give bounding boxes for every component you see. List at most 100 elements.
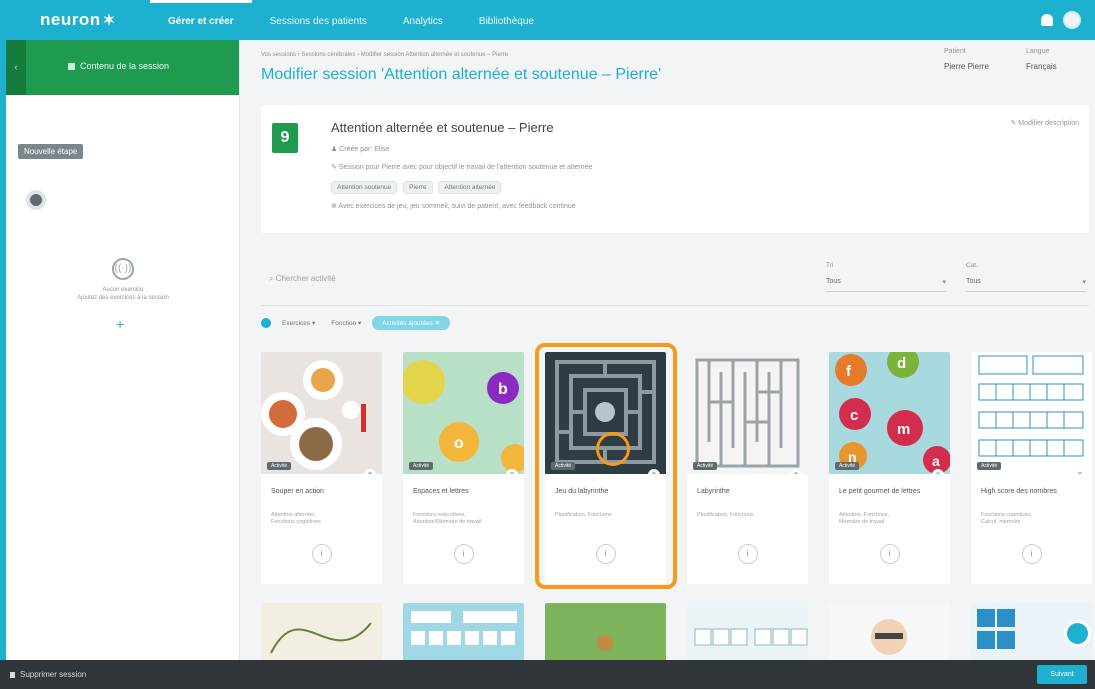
chip-added-activities[interactable]: Activités ajoutées ✕ <box>372 316 451 330</box>
letter-tiles-image <box>694 628 808 646</box>
highlight-target-circle <box>596 432 630 466</box>
category-tag: Activité <box>693 462 718 470</box>
category-tag: Activité <box>977 462 1002 470</box>
patient-select[interactable]: Patient Pierre Pierre <box>944 48 989 71</box>
labyrinth-image <box>695 358 800 468</box>
language-select-value: Français <box>1026 62 1057 71</box>
neuron-logo[interactable]: neuron ✶ <box>40 10 116 30</box>
info-icon[interactable]: i <box>453 544 474 564</box>
new-step-badge[interactable]: Nouvelle étape <box>18 144 84 159</box>
category-tag: Activité <box>267 462 292 470</box>
search-input[interactable]: ⌕ Chercher activité <box>269 274 336 284</box>
empty-state-icon: ((·)) <box>112 258 134 280</box>
sidebar-empty-state: ((·)) Aucun exercice Ajoutez des exercic… <box>6 258 240 302</box>
next-button[interactable]: Suivant <box>1037 665 1087 684</box>
exercise-description: Attention alternée, Fonctions cognitives <box>271 512 321 525</box>
session-content-sidebar: ‹ Contenu de la session Nouvelle étape (… <box>6 40 240 660</box>
chevron-down-icon: ▾ <box>1082 279 1086 286</box>
exercise-card[interactable] <box>829 603 950 660</box>
category-tag: Activité <box>835 462 860 470</box>
nav-item-manage[interactable]: Gérer et créer <box>150 0 252 40</box>
step-avatar-icon <box>26 190 46 210</box>
exercise-title: Espaces et lettres <box>413 488 469 495</box>
session-description: ✎ Session pour Pierre avec pour objectif… <box>331 164 593 171</box>
svg-text:b: b <box>498 381 508 398</box>
exercise-card[interactable]: f d c m n a Activité ♥ Le petit gourmet … <box>829 352 950 584</box>
letter-bubbles-image: b o <box>403 360 524 472</box>
heart-icon[interactable]: ♥ <box>506 469 518 474</box>
empty-state-text: Aucun exercice Ajoutez des exercices à l… <box>77 287 169 301</box>
filter-bar: ⌕ Chercher activité Tri Tous ▾ Cat. Tous… <box>261 250 1089 306</box>
language-select-label: Langue <box>1026 48 1050 55</box>
category-select-label: Cat. <box>966 262 978 269</box>
tag: Attention alternée <box>438 181 502 194</box>
info-icon[interactable]: i <box>737 544 758 564</box>
language-select[interactable]: Langue Français <box>1026 48 1057 71</box>
main-nav: Gérer et créer Sessions des patients Ana… <box>150 0 552 40</box>
chip-exercises[interactable]: Exercices ▾ <box>277 316 320 330</box>
info-icon[interactable]: i <box>311 544 332 564</box>
exercise-card[interactable] <box>403 603 524 660</box>
heart-icon[interactable]: ♥ <box>932 469 944 474</box>
exercise-thumbnail: Activité ♥ <box>687 352 808 474</box>
exercise-description: Fonctions cognitives, Calcul, mémoire <box>981 512 1033 525</box>
exercise-card[interactable]: b o Activité ♥ Espaces et lettres Foncti… <box>403 352 524 584</box>
svg-text:d: d <box>897 355 906 372</box>
delete-session-button[interactable]: Supprimer session <box>10 670 86 679</box>
breadcrumb[interactable]: Vos sessions › Sessions cérébrales › Mod… <box>261 52 508 58</box>
tag: Attention soutenue <box>331 181 398 194</box>
edit-description-link[interactable]: ✎ Modifier description <box>1010 119 1079 127</box>
exercise-description: Fonctions exécutives, Attention/Mémoire … <box>413 512 482 525</box>
session-category-icon: 9 <box>272 123 298 153</box>
info-icon[interactable]: i <box>879 544 900 564</box>
exercise-card[interactable]: Activité ♥ Souper en action Attention al… <box>261 352 382 584</box>
category-tag: Activité <box>409 462 434 470</box>
user-avatar[interactable] <box>1063 11 1081 29</box>
filter-chips: Exercices ▾ Fonction ▾ Activités ajoutée… <box>261 316 451 330</box>
exercise-card[interactable]: Activité ♥ High score des nombres Foncti… <box>971 352 1092 584</box>
food-plates-image <box>261 360 366 470</box>
exercise-title: Souper en action <box>271 488 324 495</box>
nav-item-sessions[interactable]: Sessions des patients <box>252 0 385 40</box>
svg-text:a: a <box>932 453 940 469</box>
top-navigation-bar: neuron ✶ Gérer et créer Sessions des pati… <box>0 0 1095 40</box>
tag: Pierre <box>403 181 433 194</box>
heart-icon[interactable]: ♥ <box>1074 469 1086 474</box>
app-frame: ‹ Contenu de la session Nouvelle étape (… <box>6 40 1095 660</box>
sort-select[interactable]: Tri Tous ▾ <box>826 262 946 292</box>
character-image <box>871 619 907 655</box>
category-select[interactable]: Cat. Tous ▾ <box>966 262 1086 292</box>
session-author: ♟ Créée par: Elise <box>331 146 390 153</box>
letter-balls-image: f d c m n a <box>835 352 950 474</box>
exercise-card[interactable] <box>261 603 382 660</box>
session-info-card: 9 Attention alternée et soutenue – Pierr… <box>261 105 1089 233</box>
add-exercise-icon[interactable]: + <box>116 316 124 332</box>
chip-function[interactable]: Fonction ▾ <box>326 316 366 330</box>
sort-select-value: Tous <box>826 278 841 285</box>
top-right-icons <box>1041 11 1081 29</box>
exercise-card[interactable] <box>545 603 666 660</box>
exercise-description: Attention, Fonctions, Mémoire de travail <box>839 512 890 525</box>
bottom-action-bar: Supprimer session Suivant <box>0 660 1095 689</box>
exercise-title: Labyrinthe <box>697 488 730 495</box>
heart-icon[interactable]: ♥ <box>790 469 802 474</box>
category-select-value: Tous <box>966 278 981 285</box>
highlighted-exercise-outline <box>535 343 677 589</box>
collapse-sidebar-icon[interactable]: ‹ <box>6 40 26 95</box>
nav-item-library[interactable]: Bibliothèque <box>461 0 552 40</box>
page-title: Modifier session 'Attention alternée et … <box>261 66 662 83</box>
exercise-card[interactable] <box>687 603 808 660</box>
sort-select-label: Tri <box>826 262 834 269</box>
chevron-down-icon: ▾ <box>942 279 946 286</box>
heart-icon[interactable]: ♥ <box>364 469 376 474</box>
info-icon[interactable]: i <box>1021 544 1042 564</box>
nav-item-analytics[interactable]: Analytics <box>385 0 461 40</box>
number-grid-image <box>978 355 1084 457</box>
exercise-card[interactable]: Activité ♥ Labyrinthe Planification, Fon… <box>687 352 808 584</box>
notification-bell-icon[interactable] <box>1041 14 1053 26</box>
patient-select-value: Pierre Pierre <box>944 62 989 71</box>
chat-support-icon[interactable] <box>1064 620 1091 647</box>
sidebar-title: Contenu de la session <box>68 61 169 71</box>
svg-text:m: m <box>897 421 910 438</box>
exercise-thumbnail: b o Activité ♥ <box>403 352 524 474</box>
